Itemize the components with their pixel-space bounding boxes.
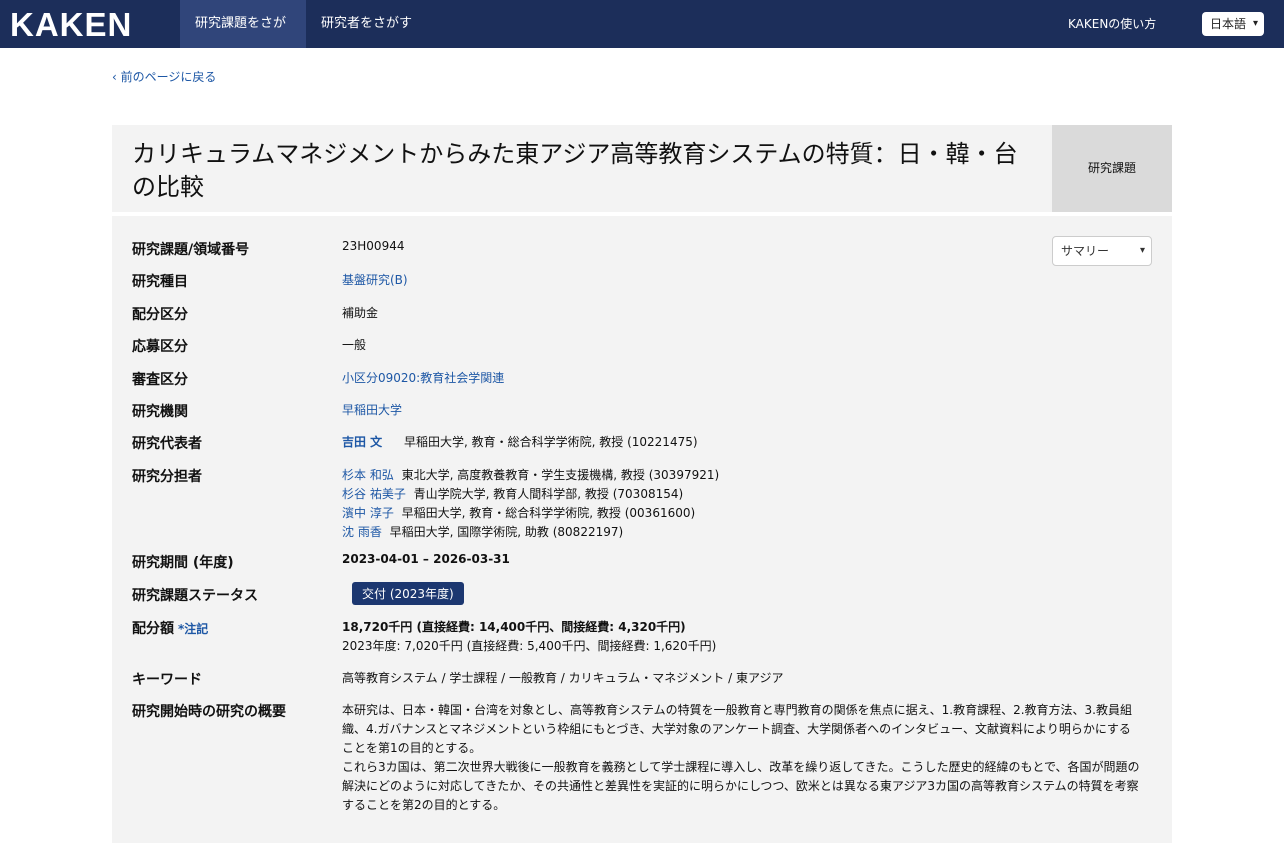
top-navbar: KAKEN 研究課題をさがす 研究者をさがす KAKENの使い方 日本語 ▾ [0,0,1284,79]
back-link-label: 前のページに戻る [120,70,217,84]
coinvestigator-affiliation: 東北大学, 高度教養教育・学生支援機構, 教授 (30397921) [401,468,720,482]
budget-value: 18,720千円 (直接経費: 14,400千円、間接経費: 4,320千円) … [342,618,716,656]
kaken-logo[interactable]: KAKEN [10,6,132,44]
budget-note-link[interactable]: *注記 [178,622,208,636]
coinvestigator-name-link[interactable]: 濱中 淳子 [342,506,394,520]
category-link[interactable]: 基盤研究(B) [342,271,408,288]
keywords-value: 高等教育システム / 学士課程 / 一般教育 / カリキュラム・マネジメント /… [342,671,784,685]
chevron-down-icon: ▾ [1139,245,1145,256]
pi-affiliation: 早稲田大学, 教育・総合科学学術院, 教授 (10221475) [404,435,698,449]
pi-value: 吉田 文 早稲田大学, 教育・総合科学学術院, 教授 (10221475) [342,433,698,450]
project-title-box: カリキュラムマネジメントからみた東アジア高等教育システムの特質：日・韓・台の比較 [112,125,1052,212]
field-label: 研究機関 [132,404,188,420]
application-value: 一般 [342,338,367,352]
status-value: 交付 (2023年度) [352,582,464,605]
summary-select-value: サマリー [1061,244,1110,258]
outline-paragraph: 本研究は、日本・韓国・台湾を対象とし、高等教育システムの特質を一般教育と専門教育… [342,703,1132,755]
period-value: 2023-04-01 – 2026-03-31 [342,552,510,566]
language-select[interactable]: 日本語 ▾ [1202,12,1264,36]
coinvestigator-affiliation: 青山学院大学, 教育人間科学部, 教授 (70308154) [413,487,684,501]
field-label: 研究開始時の研究の概要 [132,704,286,720]
help-link[interactable]: KAKENの使い方 [1068,0,1156,48]
allocation-value: 補助金 [342,306,379,320]
list-item: 沈 雨香 早稲田大学, 国際学術院, 助教 (80822197) [342,523,719,542]
project-details-panel: サマリー ▾ 研究課題/領域番号 23H00944 研究種目 基盤研究(B) 配… [112,216,1172,843]
budget-label: 配分額 [132,621,174,637]
field-label: 配分額 *注記 [132,618,332,638]
budget-total: 18,720千円 (直接経費: 14,400千円、間接経費: 4,320千円) [342,620,686,634]
field-label: キーワード [132,672,202,688]
field-label: 研究期間 (年度) [132,555,234,571]
field-label: 研究課題ステータス [132,588,258,604]
page-title: カリキュラムマネジメントからみた東アジア高等教育システムの特質：日・韓・台の比較 [132,140,1018,201]
coinvestigator-name-link[interactable]: 杉本 和弘 [342,468,394,482]
field-label: 審査区分 [132,372,188,388]
list-item: 濱中 淳子 早稲田大学, 教育・総合科学学術院, 教授 (00361600) [342,504,719,523]
field-label: 研究課題/領域番号 [132,242,250,258]
field-label: 応募区分 [132,339,188,355]
outline-paragraph: これら3カ国は、第二次世界大戦後に一般教育を義務として学士課程に導入し、改革を繰… [342,760,1140,812]
coinvestigator-list: 杉本 和弘 東北大学, 高度教養教育・学生支援機構, 教授 (30397921)… [342,466,719,542]
list-item: 杉谷 祐美子 青山学院大学, 教育人間科学部, 教授 (70308154) [342,485,719,504]
summary-select[interactable]: サマリー ▾ [1052,236,1152,266]
chevron-left-icon: ‹ [112,70,117,84]
language-select-value: 日本語 [1210,17,1247,31]
status-badge: 交付 (2023年度) [352,582,464,605]
tab-search-projects[interactable]: 研究課題をさがす [180,0,306,79]
budget-year: 2023年度: 7,020千円 (直接経費: 5,400千円、間接経費: 1,6… [342,639,717,653]
pi-name-link[interactable]: 吉田 文 [342,435,382,449]
back-link[interactable]: ‹ 前のページに戻る [112,68,216,85]
field-label: 研究種目 [132,274,188,290]
field-label: 研究分担者 [132,469,202,485]
field-label: 配分区分 [132,307,188,323]
coinvestigator-name-link[interactable]: 杉谷 祐美子 [342,487,406,501]
tab-search-researchers[interactable]: 研究者をさがす [306,0,427,48]
project-number: 23H00944 [342,239,405,253]
list-item: 杉本 和弘 東北大学, 高度教養教育・学生支援機構, 教授 (30397921) [342,466,719,485]
coinvestigator-name-link[interactable]: 沈 雨香 [342,525,382,539]
coinvestigator-affiliation: 早稲田大学, 教育・総合科学学術院, 教授 (00361600) [401,506,696,520]
project-type-badge: 研究課題 [1052,125,1172,212]
chevron-down-icon: ▾ [1252,18,1258,29]
institution-link[interactable]: 早稲田大学 [342,401,402,418]
coinvestigator-affiliation: 早稲田大学, 国際学術院, 助教 (80822197) [389,525,624,539]
review-section-link[interactable]: 小区分09020:教育社会学関連 [342,369,504,386]
field-label: 研究代表者 [132,436,202,452]
outline-value: 本研究は、日本・韓国・台湾を対象とし、高等教育システムの特質を一般教育と専門教育… [342,701,1142,815]
